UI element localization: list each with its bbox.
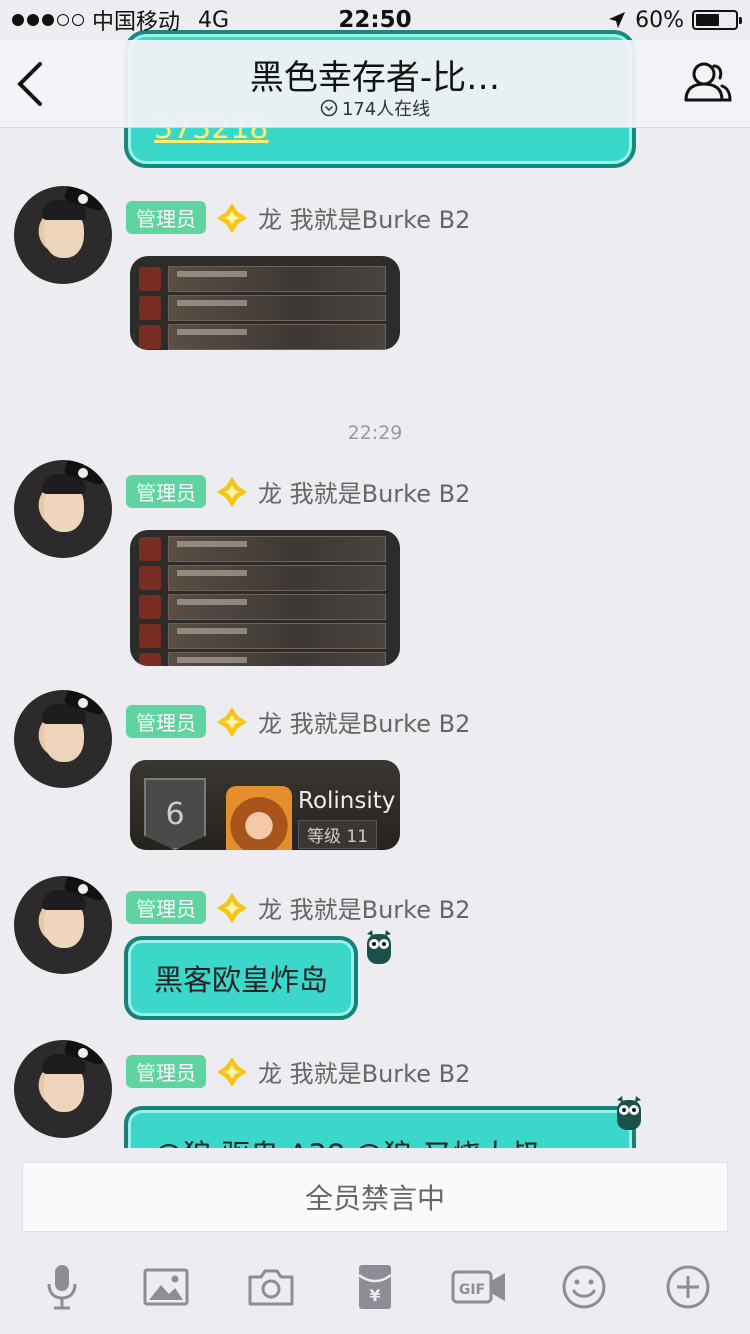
message-meta: 管理员 龙 我就是Burke B2 — [126, 200, 470, 235]
message-meta: 管理员 龙 我就是Burke B2 — [126, 1054, 470, 1089]
emoji-button[interactable] — [556, 1259, 612, 1315]
text-message[interactable]: 黑客欧皇炸岛 — [124, 936, 359, 1020]
rank-number: 6 — [144, 778, 206, 850]
network-type: 4G — [198, 7, 230, 33]
signal-strength-icon — [12, 14, 84, 26]
svg-text:GIF: GIF — [459, 1282, 485, 1298]
vip-star-icon — [217, 706, 247, 737]
chevron-down-circle-icon — [320, 99, 338, 117]
sender-name: 龙 我就是Burke B2 — [258, 480, 471, 508]
vip-star-icon — [217, 1056, 247, 1087]
carrier-name: 中国移动 — [92, 10, 181, 35]
mic-icon — [47, 1265, 77, 1310]
mute-notice-text: 全员禁言中 — [304, 1182, 445, 1215]
battery-icon — [692, 10, 742, 30]
input-toolbar: ¥ GIF — [0, 1240, 750, 1334]
sender-name: 龙 我就是Burke B2 — [258, 710, 471, 738]
battery-percent: 60% — [635, 7, 684, 33]
vip-star-icon — [217, 892, 247, 923]
image-message[interactable] — [130, 256, 400, 350]
camera-icon — [248, 1269, 294, 1306]
group-title[interactable]: 黑色幸存者-比… — [150, 50, 600, 99]
message-meta: 管理员 龙 我就是Burke B2 — [126, 890, 470, 925]
mute-notice: 全员禁言中 — [22, 1162, 728, 1232]
red-packet-button[interactable]: ¥ — [347, 1259, 403, 1315]
avatar[interactable] — [14, 460, 112, 558]
image-message[interactable] — [130, 530, 400, 666]
vip-star-icon — [217, 476, 247, 507]
back-button[interactable] — [8, 54, 58, 114]
admin-badge: 管理员 — [126, 1055, 206, 1088]
gif-icon: GIF — [451, 1270, 506, 1304]
group-members-button[interactable] — [680, 56, 736, 112]
avatar[interactable] — [14, 186, 112, 284]
message-text: @狼 驱鬼 A38 @狼-又烧大叔 — [154, 1132, 539, 1148]
image-message[interactable]: 6 Rolinsity 等级 11 — [130, 760, 400, 850]
members-icon — [684, 62, 732, 102]
nav-bar: 黑色幸存者-比… 174人在线 — [0, 40, 750, 128]
sender-name: 龙 我就是Burke B2 — [258, 206, 471, 234]
plus-icon — [666, 1265, 710, 1309]
status-bar: 中国移动 4G 22:50 60% — [0, 0, 750, 40]
character-portrait — [226, 786, 292, 850]
online-status[interactable]: 174人在线 — [150, 95, 600, 121]
online-count: 174人在线 — [341, 99, 431, 120]
avatar[interactable] — [14, 690, 112, 788]
chat-area[interactable]: 373218 管理员 龙 我就是Burke B2 22:29 管理员 龙 我就是… — [0, 0, 750, 1148]
message-meta: 管理员 龙 我就是Burke B2 — [126, 704, 470, 739]
svg-text:¥: ¥ — [369, 1286, 380, 1305]
more-button[interactable] — [660, 1259, 716, 1315]
image-button[interactable] — [138, 1259, 194, 1315]
vip-star-icon — [217, 202, 247, 233]
voice-button[interactable] — [34, 1259, 90, 1315]
avatar[interactable] — [14, 876, 112, 974]
image-icon — [143, 1268, 189, 1306]
message-meta: 管理员 龙 我就是Burke B2 — [126, 474, 470, 509]
admin-badge: 管理员 — [126, 475, 206, 508]
owl-decoration-icon — [367, 930, 391, 964]
admin-badge: 管理员 — [126, 201, 206, 234]
text-message[interactable]: @狼 驱鬼 A38 @狼-又烧大叔 — [124, 1106, 636, 1148]
admin-badge: 管理员 — [126, 891, 206, 924]
message-text: 黑客欧皇炸岛 — [154, 963, 329, 997]
owl-decoration-icon — [617, 1096, 641, 1130]
chevron-left-icon — [17, 62, 42, 106]
sender-name: 龙 我就是Burke B2 — [258, 896, 471, 924]
location-arrow-icon — [609, 12, 626, 28]
sender-name: 龙 我就是Burke B2 — [258, 1060, 471, 1088]
avatar[interactable] — [14, 1040, 112, 1138]
player-level: 等级 11 — [298, 820, 378, 849]
timestamp: 22:29 — [347, 422, 403, 444]
red-packet-icon: ¥ — [358, 1265, 392, 1309]
camera-button[interactable] — [243, 1259, 299, 1315]
player-name: Rolinsity — [298, 788, 396, 814]
emoji-icon — [562, 1265, 606, 1309]
admin-badge: 管理员 — [126, 705, 206, 738]
gif-button[interactable]: GIF — [451, 1259, 507, 1315]
